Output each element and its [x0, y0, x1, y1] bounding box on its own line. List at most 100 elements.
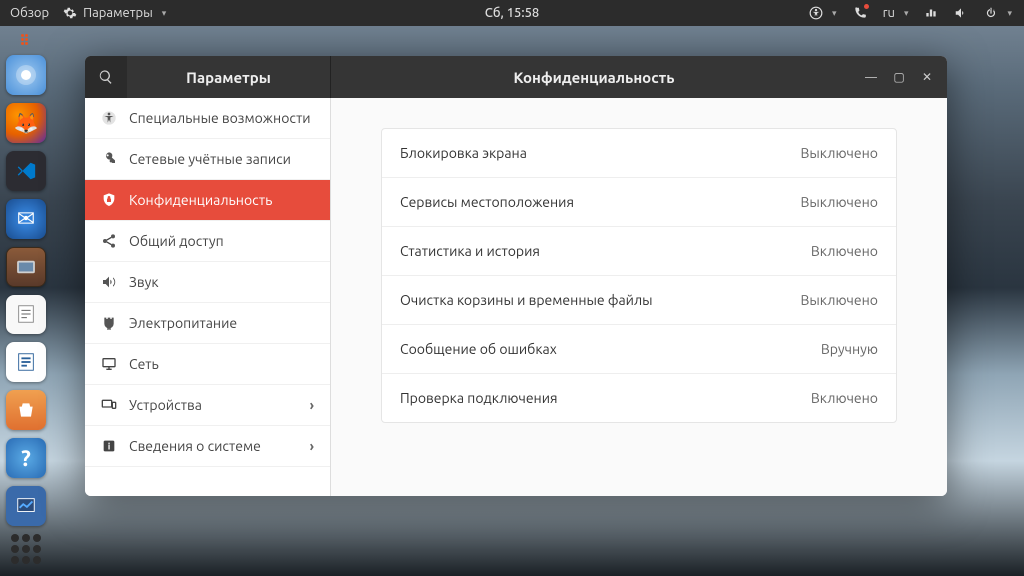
close-icon: ✕ — [922, 70, 932, 84]
thunderbird-icon: ✉ — [17, 206, 35, 232]
privacy-row-label: Статистика и история — [400, 243, 540, 259]
dock-libreoffice[interactable] — [6, 342, 46, 382]
power-icon — [101, 315, 117, 331]
help-icon: ? — [21, 446, 31, 471]
sidebar-item-devices[interactable]: Устройства › — [85, 385, 330, 426]
monitor-icon — [15, 495, 37, 517]
screenshot-icon — [15, 259, 37, 275]
sidebar-item-online-accounts[interactable]: Сетевые учётные записи — [85, 139, 330, 180]
privacy-row-label: Проверка подключения — [400, 390, 558, 406]
clock[interactable]: Сб, 15:58 — [485, 6, 539, 20]
minimize-icon: — — [865, 71, 877, 84]
gear-icon — [63, 6, 77, 20]
privacy-row[interactable]: Статистика и история Включено — [382, 227, 896, 276]
sidebar-item-power[interactable]: Электропитание — [85, 303, 330, 344]
privacy-row-label: Блокировка экрана — [400, 145, 527, 161]
sound-icon — [101, 274, 117, 290]
sidebar-item-label: Конфиденциальность — [129, 192, 272, 208]
privacy-row[interactable]: Сообщение об ошибках Вручную — [382, 325, 896, 374]
sidebar-item-sharing[interactable]: Общий доступ — [85, 221, 330, 262]
activities-button[interactable]: Обзор — [10, 6, 49, 20]
svg-text:i: i — [108, 440, 111, 451]
network-icon — [101, 356, 117, 372]
chevron-right-icon: › — [310, 438, 314, 454]
maximize-icon: ▢ — [893, 70, 904, 84]
network-indicator[interactable] — [924, 6, 938, 20]
headerbar: Параметры Конфиденциальность — ▢ ✕ — [85, 56, 947, 98]
app-menu[interactable]: Параметры — [63, 6, 166, 20]
dock-screenshot[interactable] — [6, 247, 46, 287]
top-panel: Обзор Параметры Сб, 15:58 ru — [0, 0, 1024, 26]
online-accounts-icon — [101, 151, 117, 167]
dock-text-editor[interactable] — [6, 295, 46, 335]
privacy-row-label: Сообщение об ошибках — [400, 341, 557, 357]
settings-window: Параметры Конфиденциальность — ▢ ✕ Специ… — [85, 56, 947, 496]
firefox-icon: 🦊 — [14, 111, 39, 135]
sidebar-item-label: Устройства — [129, 397, 202, 413]
chevron-right-icon: › — [310, 397, 314, 413]
dock-system-monitor[interactable] — [6, 486, 46, 526]
privacy-icon — [101, 192, 117, 208]
window-close-button[interactable]: ✕ — [913, 63, 941, 91]
dock-help[interactable]: ? — [6, 438, 46, 478]
vscode-icon — [15, 160, 37, 182]
sidebar-item-label: Сведения о системе — [129, 438, 261, 454]
privacy-row-value: Включено — [811, 390, 878, 406]
software-icon — [16, 400, 36, 420]
details-icon: i — [101, 438, 117, 454]
privacy-row-value: Вручную — [821, 341, 878, 357]
sidebar-item-sound[interactable]: Звук — [85, 262, 330, 303]
power-icon — [984, 6, 998, 20]
page-title: Конфиденциальность — [331, 69, 857, 86]
accessibility-icon — [101, 110, 117, 126]
phone-icon — [853, 6, 867, 20]
sidebar-title: Параметры — [127, 69, 330, 86]
window-maximize-button[interactable]: ▢ — [885, 63, 913, 91]
sidebar-item-accessibility[interactable]: Специальные возможности — [85, 98, 330, 139]
dock-vscode[interactable] — [6, 151, 46, 191]
sidebar-item-label: Звук — [129, 274, 159, 290]
dock-chromium[interactable] — [6, 55, 46, 95]
dock-handle[interactable] — [21, 34, 31, 45]
privacy-row[interactable]: Блокировка экрана Выключено — [382, 129, 896, 178]
sharing-icon — [101, 233, 117, 249]
show-apps-button[interactable] — [11, 534, 41, 564]
search-button[interactable] — [85, 56, 127, 98]
privacy-list: Блокировка экранаВыключеноСервисы местоп… — [381, 128, 897, 423]
search-icon — [98, 69, 114, 85]
dock-thunderbird[interactable]: ✉ — [6, 199, 46, 239]
keyboard-layout-indicator[interactable]: ru — [883, 6, 909, 20]
settings-content: Блокировка экранаВыключеноСервисы местоп… — [331, 98, 947, 496]
privacy-row-value: Выключено — [800, 292, 878, 308]
privacy-row-value: Включено — [811, 243, 878, 259]
devices-icon — [101, 397, 117, 413]
system-indicator[interactable] — [984, 6, 1012, 20]
sidebar-item-label: Сеть — [129, 356, 159, 372]
privacy-row-value: Выключено — [800, 145, 878, 161]
messaging-indicator[interactable] — [853, 6, 867, 20]
app-menu-label: Параметры — [83, 6, 153, 20]
privacy-row-value: Выключено — [800, 194, 878, 210]
volume-icon — [954, 6, 968, 20]
sidebar-item-label: Специальные возможности — [129, 110, 311, 126]
sidebar-item-network[interactable]: Сеть — [85, 344, 330, 385]
sidebar-item-privacy[interactable]: Конфиденциальность — [85, 180, 330, 221]
privacy-row-label: Сервисы местоположения — [400, 194, 574, 210]
accessibility-indicator[interactable] — [809, 6, 837, 20]
privacy-row[interactable]: Очистка корзины и временные файлы Выключе… — [382, 276, 896, 325]
text-editor-icon — [15, 303, 37, 325]
accessibility-icon — [809, 6, 823, 20]
libreoffice-icon — [15, 351, 37, 373]
dock-software[interactable] — [6, 390, 46, 430]
volume-indicator[interactable] — [954, 6, 968, 20]
privacy-row[interactable]: Проверка подключения Включено — [382, 374, 896, 422]
dock-firefox[interactable]: 🦊 — [6, 103, 46, 143]
privacy-row-label: Очистка корзины и временные файлы — [400, 292, 653, 308]
sidebar-item-details[interactable]: i Сведения о системе › — [85, 426, 330, 467]
privacy-row[interactable]: Сервисы местоположения Выключено — [382, 178, 896, 227]
dock: 🦊 ✉ ? — [0, 26, 52, 576]
sidebar-item-label: Сетевые учётные записи — [129, 151, 291, 167]
window-minimize-button[interactable]: — — [857, 63, 885, 91]
chromium-icon — [14, 63, 38, 87]
sidebar-item-label: Общий доступ — [129, 233, 224, 249]
